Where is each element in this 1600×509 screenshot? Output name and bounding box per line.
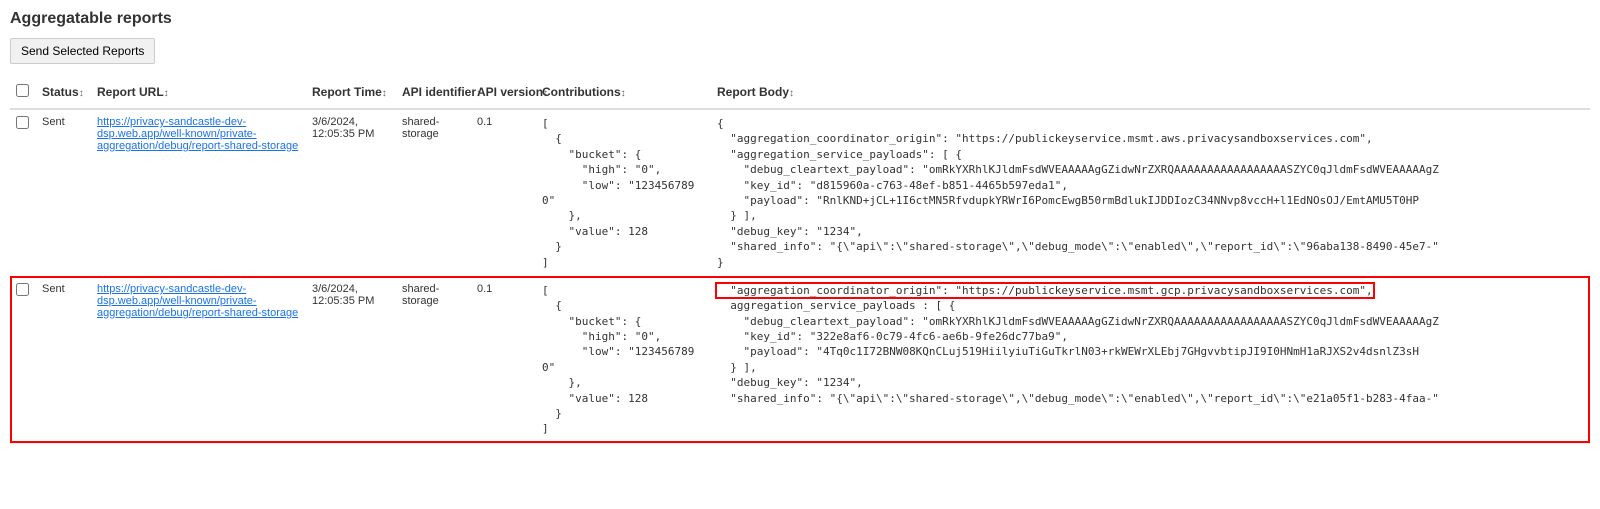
row-checkbox-cell — [10, 276, 36, 443]
reports-table: Status↕ Report URL↕ Report Time↕ API ide… — [10, 76, 1590, 444]
col-header-url: Report URL↕ — [91, 76, 306, 109]
row-api-version: 0.1 — [471, 276, 536, 443]
report-url-link[interactable]: https://privacy-sandcastle-dev-dsp.web.a… — [97, 116, 298, 152]
row-checkbox-cell — [10, 109, 36, 276]
row-api-identifier: shared-storage — [396, 109, 471, 276]
send-selected-reports-button[interactable]: Send Selected Reports — [10, 38, 155, 64]
row-status: Sent — [36, 276, 91, 443]
report-url-link[interactable]: https://privacy-sandcastle-dev-dsp.web.a… — [97, 283, 298, 319]
row-status: Sent — [36, 109, 91, 276]
row-url: https://privacy-sandcastle-dev-dsp.web.a… — [91, 276, 306, 443]
col-header-time: Report Time↕ — [306, 76, 396, 109]
page-title: Aggregatable reports — [10, 10, 1590, 28]
row-body: { "aggregation_coordinator_origin": "htt… — [711, 109, 1590, 276]
row-time: 3/6/2024, 12:05:35 PM — [306, 109, 396, 276]
row-api-version: 0.1 — [471, 109, 536, 276]
table-row: Senthttps://privacy-sandcastle-dev-dsp.w… — [10, 109, 1590, 276]
select-all-checkbox[interactable] — [16, 84, 29, 97]
col-header-api-id: API identifier↕ — [396, 76, 471, 109]
col-header-contributions: Contributions↕ — [536, 76, 711, 109]
table-header-row: Status↕ Report URL↕ Report Time↕ API ide… — [10, 76, 1590, 109]
row-contributions: [ { "bucket": { "high": "0", "low": "123… — [536, 109, 711, 276]
row-time: 3/6/2024, 12:05:35 PM — [306, 276, 396, 443]
col-header-status: Status↕ — [36, 76, 91, 109]
col-header-check — [10, 76, 36, 109]
table-row: Senthttps://privacy-sandcastle-dev-dsp.w… — [10, 276, 1590, 443]
row-checkbox[interactable] — [16, 283, 29, 296]
row-contributions: [ { "bucket": { "high": "0", "low": "123… — [536, 276, 711, 443]
col-header-api-ver: API version↕ — [471, 76, 536, 109]
row-url: https://privacy-sandcastle-dev-dsp.web.a… — [91, 109, 306, 276]
row-body: "aggregation_coordinator_origin": "https… — [711, 276, 1590, 443]
col-header-body: Report Body↕ — [711, 76, 1590, 109]
row-api-identifier: shared-storage — [396, 276, 471, 443]
row-checkbox[interactable] — [16, 116, 29, 129]
highlighted-body-line: "aggregation_coordinator_origin": "https… — [717, 284, 1373, 297]
